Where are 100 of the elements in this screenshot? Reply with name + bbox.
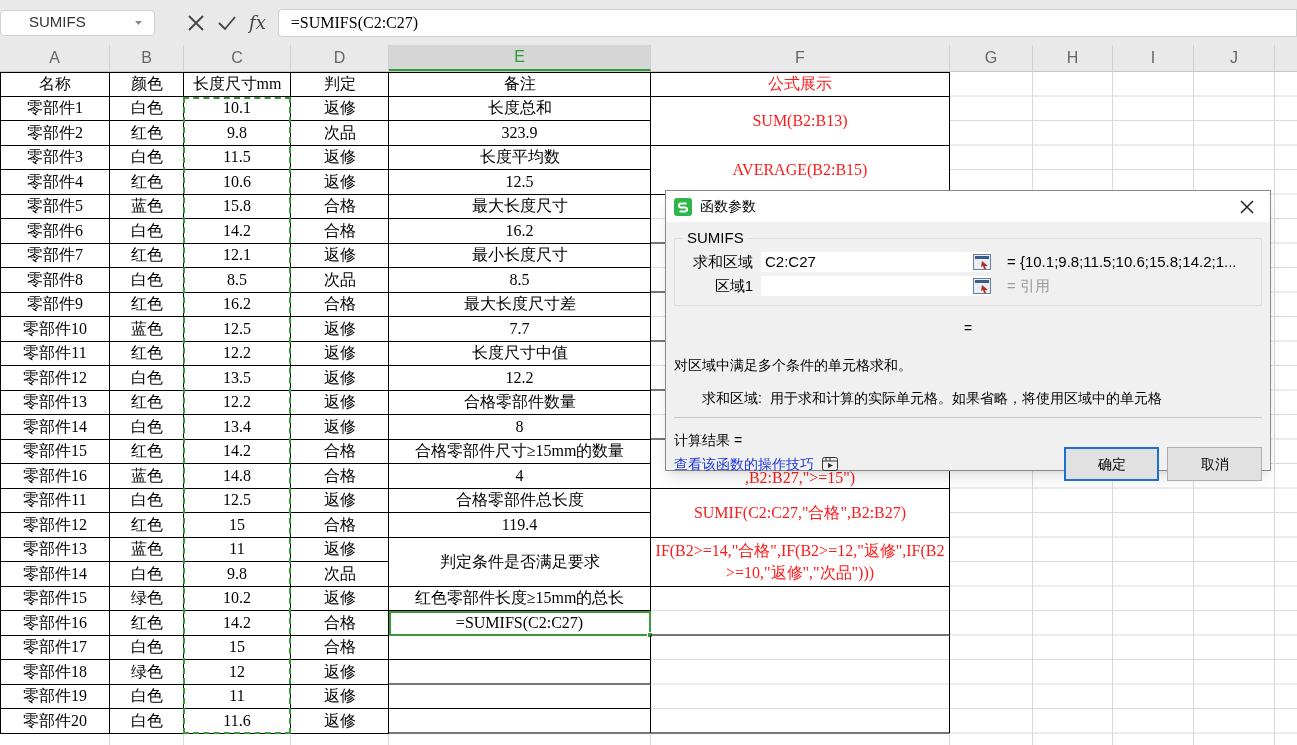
table-cell: 零部件1 [0,96,110,121]
table-cell: SUM(B2:B13) [651,96,950,146]
table-cell: 返修 [291,145,389,170]
column-header[interactable]: J [1194,45,1275,71]
column-header[interactable]: I [1113,45,1194,71]
dialog-button[interactable]: 取消 [1167,447,1262,481]
column-header[interactable]: A [0,45,110,71]
table-cell: 蓝色 [110,194,184,219]
close-icon[interactable] [1240,199,1254,214]
table-cell: 公式展示 [651,72,950,97]
table-cell: 白色 [110,635,184,660]
table-cell: 合格 [291,464,389,489]
formula-result: = [963,319,973,338]
table-cell: 零部件16 [0,464,110,489]
column-header[interactable]: G [950,45,1033,71]
table-cell: 返修 [291,170,389,195]
table-cell: 16.2 [184,292,291,317]
column-header[interactable]: H [1033,45,1113,71]
table-cell: 12.1 [184,243,291,268]
table-cell: 蓝色 [110,464,184,489]
table-cell: 判定条件是否满足要求 [389,537,651,587]
table-cell: 返修 [291,586,389,611]
table-cell: 零部件11 [0,341,110,366]
table-cell: 零部件13 [0,537,110,562]
table-cell: 返修 [291,415,389,440]
table-cell: 零部件9 [0,292,110,317]
cancel-icon[interactable] [187,13,205,32]
table-cell: 11 [184,684,291,709]
column-header[interactable]: F [651,45,950,71]
table-cell: 零部件5 [0,194,110,219]
argument-name: 求和区域: [702,389,762,408]
dropdown-icon[interactable] [135,20,142,25]
table-cell: 长度总和 [389,96,651,121]
table-cell: 合格零部件数量 [389,390,651,415]
table-cell: 零部件19 [0,684,110,709]
function-button[interactable]: fx [249,9,266,36]
table-cell: 返修 [291,660,389,685]
argument-field[interactable] [761,276,991,296]
column-header[interactable]: B [110,45,184,71]
table-cell: 红色 [110,513,184,538]
table-cell: 颜色 [110,72,184,97]
table-cell: 14.8 [184,464,291,489]
table-cell: 14.2 [184,611,291,636]
argument-result: = {10.1;9.8;11.5;10.6;15.8;14.2;1... [1007,251,1237,272]
range-picker-icon[interactable] [973,254,991,270]
table-cell: 白色 [110,415,184,440]
table-cell: 合格 [291,513,389,538]
table-cell: 零部件17 [0,635,110,660]
video-icon[interactable] [822,457,838,471]
argument-description: 用于求和计算的实际单元格。如果省略，将使用区域中的单元格 [769,389,1162,408]
table-cell: 名称 [0,72,110,97]
table-cell: 9.8 [184,562,291,587]
table-cell: 白色 [110,684,184,709]
table-cell: 次品 [291,121,389,146]
table-cell: 零部件13 [0,390,110,415]
table-cell: 零部件14 [0,415,110,440]
table-cell: 返修 [291,709,389,734]
table-cell: 8 [389,415,651,440]
argument-label: 区域1 [713,275,754,296]
fill-handle[interactable] [647,631,653,638]
function-description: 对区域中满足多个条件的单元格求和。 [674,357,912,373]
table-cell: 红色 [110,611,184,636]
table-cell: 13.5 [184,366,291,391]
table-cell: =SUMIFS(C2:C27) [389,611,651,636]
table-cell: 零部件2 [0,121,110,146]
table-cell: 零部件11 [0,488,110,513]
table-cell: 返修 [291,317,389,342]
table-cell: 零部件8 [0,268,110,293]
table-cell: 红色零部件长度≥15mm的总长 [389,586,651,611]
table-cell: 16.2 [389,219,651,244]
table-cell: 蓝色 [110,317,184,342]
table-cell: 323.9 [389,121,651,146]
table-cell: 8.5 [389,268,651,293]
table-cell: 返修 [291,684,389,709]
table-cell: 合格零部件尺寸≥15mm的数量 [389,439,651,464]
table-cell: 返修 [291,366,389,391]
table-cell: 长度平均数 [389,145,651,170]
table-cell: 返修 [291,243,389,268]
dialog-button[interactable]: 确定 [1064,447,1159,481]
argument-result: = 引用 [1007,275,1050,296]
dialog-title: 函数参数 [700,197,757,216]
table-cell: 13.4 [184,415,291,440]
table-cell: 零部件4 [0,170,110,195]
table-cell: 4 [389,464,651,489]
column-header[interactable]: C [184,45,291,71]
formula-field[interactable]: =SUMIFS(C2:C27) [277,8,1297,37]
table-cell: 零部件16 [0,611,110,636]
table-cell: 12.5 [389,170,651,195]
table-cell: 红色 [110,292,184,317]
range-picker-icon[interactable] [973,278,991,294]
table-cell: 零部件3 [0,145,110,170]
table-cell: 12.5 [184,317,291,342]
argument-field[interactable]: C2:C27 [761,252,991,272]
table-cell: 零部件10 [0,317,110,342]
table-cell: SUMIF(C2:C27,"合格",B2:B27) [651,488,950,538]
table-cell: 最小长度尺寸 [389,243,651,268]
name-box[interactable]: SUMIFS [0,9,155,36]
table-cell: 白色 [110,145,184,170]
table-cell: 12.2 [184,341,291,366]
app-icon [674,197,692,216]
